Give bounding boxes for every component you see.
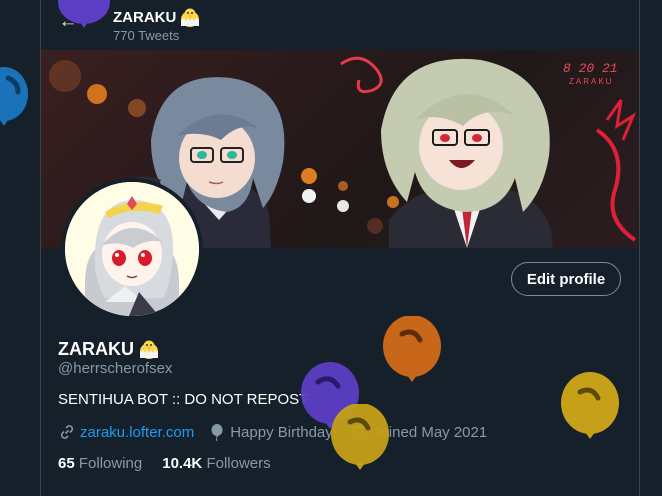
balloon-blue-icon xyxy=(0,67,28,126)
balloon-purple-icon xyxy=(58,0,110,28)
link-icon xyxy=(60,425,74,439)
banner-date: 8 20 21 xyxy=(563,61,618,76)
followers-count: 10.4K xyxy=(162,455,203,472)
balloon-orange-icon xyxy=(383,316,441,382)
website-link[interactable]: zaraku.lofter.com xyxy=(80,424,194,441)
followers-label: Followers xyxy=(206,455,271,472)
website-item: zaraku.lofter.com xyxy=(58,423,194,441)
avatar[interactable] xyxy=(61,178,203,320)
display-name: ZARAKU xyxy=(58,338,160,360)
chick-emoji-icon xyxy=(181,8,200,27)
following-count: 65 xyxy=(58,455,75,472)
following-link[interactable]: 65 Following xyxy=(58,455,142,472)
header-display-name: ZARAKU xyxy=(113,8,177,26)
following-label: Following xyxy=(78,455,143,472)
balloon-gold-icon xyxy=(331,404,389,470)
joined-text: Joined May 2021 xyxy=(372,423,488,441)
chick-emoji-icon xyxy=(140,340,158,359)
display-name-text: ZARAKU xyxy=(58,338,134,359)
profile-meta: zaraku.lofter.com Happy Birthday! Joined… xyxy=(58,423,501,441)
follow-stats: 65 Following 10.4K Followers xyxy=(58,455,291,472)
header-title: ZARAKU xyxy=(113,6,201,28)
bio: SENTIHUA BOT :: DO NOT REPOST xyxy=(58,391,309,408)
followers-link[interactable]: 10.4K Followers xyxy=(162,455,270,472)
balloon-gold-icon xyxy=(561,372,619,439)
balloon-icon xyxy=(211,424,223,441)
banner-signature: ZARAKU xyxy=(569,77,613,86)
profile-header: ← ZARAKU 770 Tweets xyxy=(41,0,639,50)
user-handle: @herrscherofsex xyxy=(58,360,173,377)
avatar-artwork xyxy=(65,182,199,316)
edit-profile-button[interactable]: Edit profile xyxy=(511,262,621,296)
tweet-count: 770 Tweets xyxy=(113,28,180,43)
